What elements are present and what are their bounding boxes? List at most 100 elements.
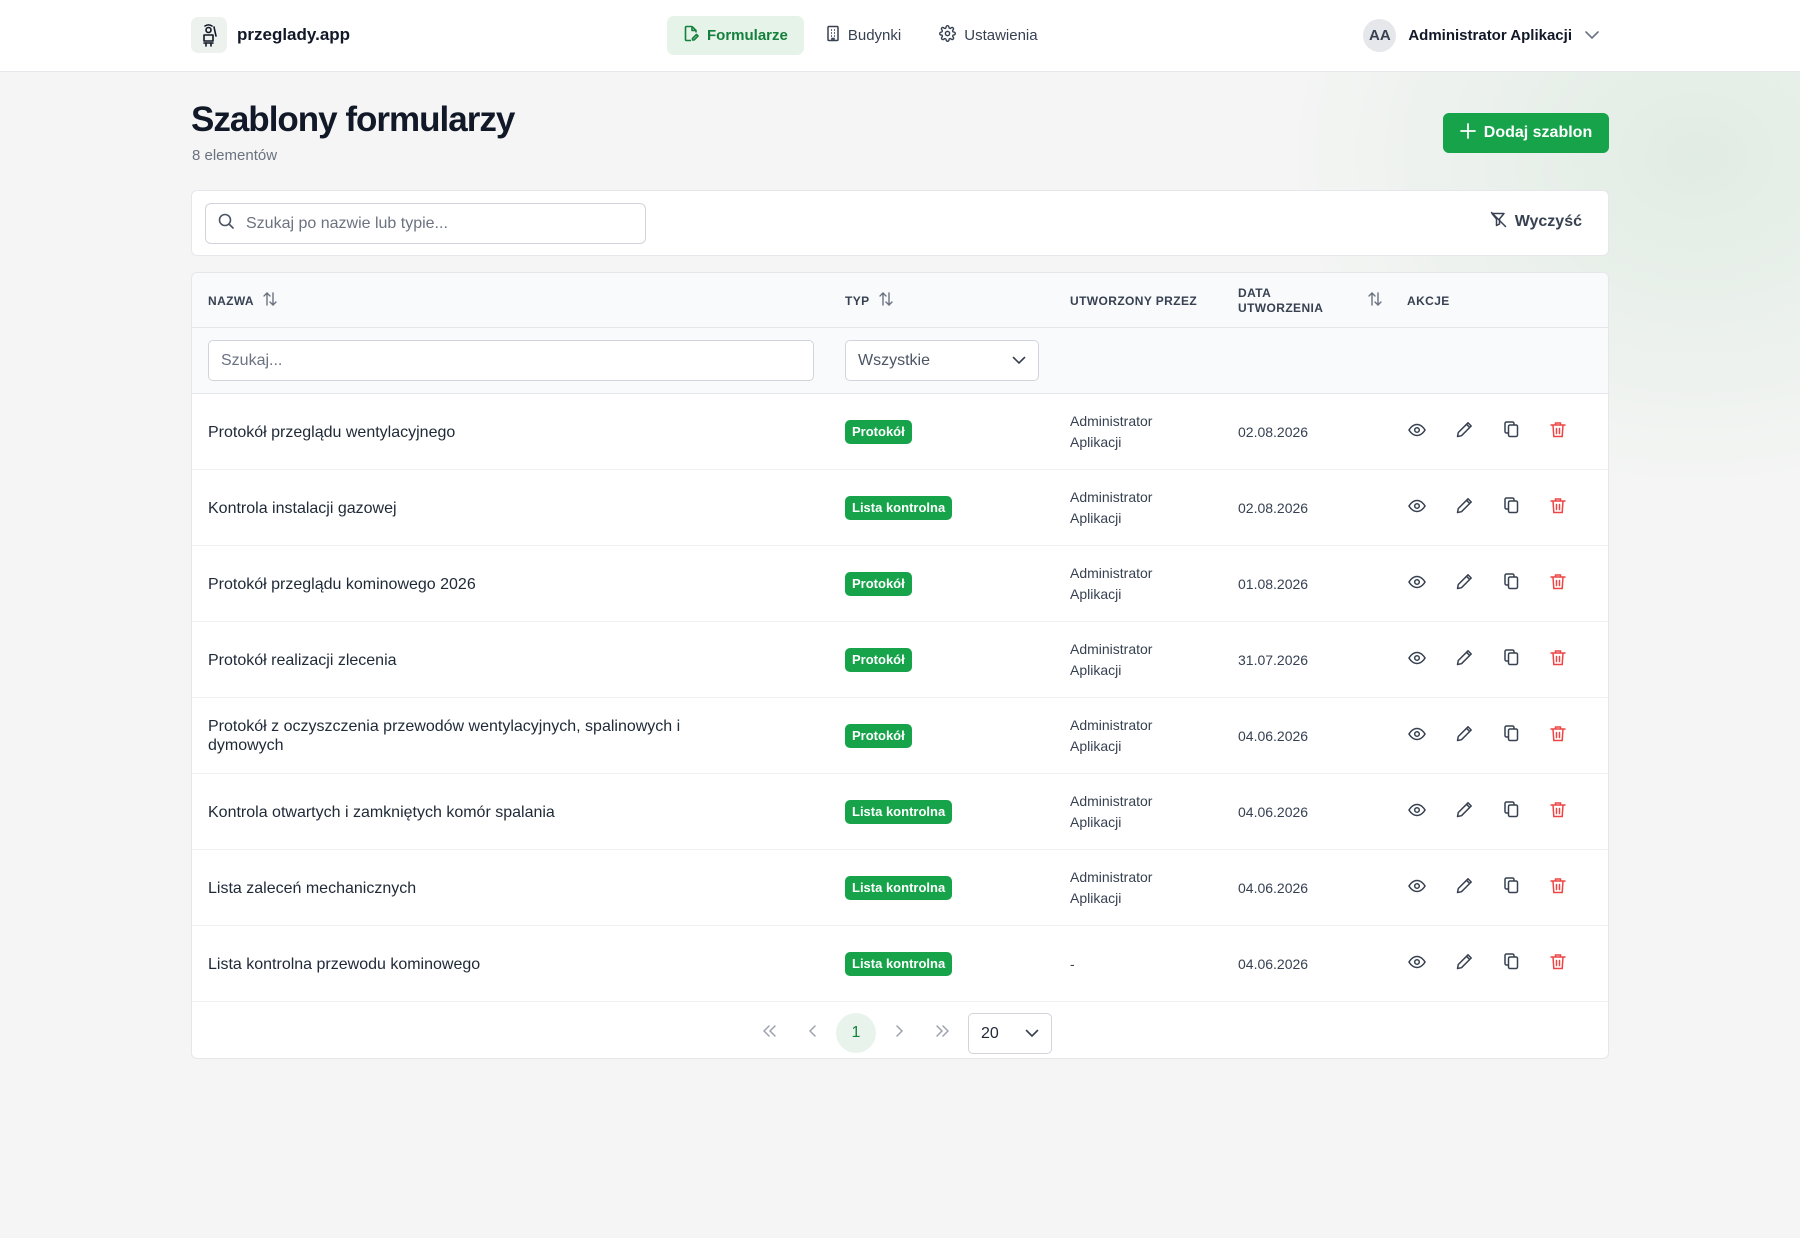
column-header-label: UTWORZONY PRZEZ <box>1070 293 1198 308</box>
created-by-line2: Aplikacji <box>1070 662 1122 678</box>
delete-button[interactable] <box>1546 876 1570 900</box>
edit-button[interactable] <box>1452 952 1476 976</box>
created-by-line2: Aplikacji <box>1070 890 1122 906</box>
column-header-name[interactable]: NAZWA <box>208 273 278 328</box>
table-row[interactable]: Kontrola otwartych i zamkniętych komór s… <box>192 774 1608 850</box>
page-size-value: 20 <box>981 1024 999 1042</box>
type-badge: Protokół <box>845 648 912 672</box>
view-button[interactable] <box>1405 724 1429 748</box>
table-row[interactable]: Lista zaleceń mechanicznych Lista kontro… <box>192 850 1608 926</box>
created-by-line2: Aplikacji <box>1070 434 1122 450</box>
duplicate-button[interactable] <box>1499 724 1523 748</box>
edit-button[interactable] <box>1452 420 1476 444</box>
add-template-button[interactable]: Dodaj szablon <box>1443 113 1609 153</box>
delete-button[interactable] <box>1546 420 1570 444</box>
nav-item-ustawienia[interactable]: Ustawienia <box>923 16 1053 55</box>
type-cell: Protokół <box>845 394 912 470</box>
created-date: 01.08.2026 <box>1238 576 1309 592</box>
page-title: Szablony formularzy <box>191 100 515 139</box>
copy-icon <box>1503 953 1519 975</box>
duplicate-button[interactable] <box>1499 800 1523 824</box>
view-button[interactable] <box>1405 952 1429 976</box>
page-size-select[interactable]: 20 <box>968 1013 1052 1054</box>
last-page-button[interactable] <box>922 1013 962 1053</box>
delete-button[interactable] <box>1546 572 1570 596</box>
filter-clear-icon <box>1490 211 1507 233</box>
eye-icon <box>1408 423 1426 442</box>
table-row[interactable]: Protokół z oczyszczenia przewodów wentyl… <box>192 698 1608 774</box>
row-actions <box>1405 394 1570 470</box>
duplicate-button[interactable] <box>1499 420 1523 444</box>
copy-icon <box>1503 497 1519 519</box>
duplicate-button[interactable] <box>1499 952 1523 976</box>
created-date: 04.06.2026 <box>1238 956 1309 972</box>
copy-icon <box>1503 725 1519 747</box>
edit-button[interactable] <box>1452 648 1476 672</box>
template-name: Kontrola otwartych i zamkniętych komór s… <box>208 803 555 821</box>
table-row[interactable]: Lista kontrolna przewodu kominowego List… <box>192 926 1608 1002</box>
view-button[interactable] <box>1405 572 1429 596</box>
view-button[interactable] <box>1405 648 1429 672</box>
clear-filters-button[interactable]: Wyczyść <box>1490 211 1582 233</box>
duplicate-button[interactable] <box>1499 876 1523 900</box>
view-button[interactable] <box>1405 876 1429 900</box>
table-row[interactable]: Protokół przeglądu kominowego 2026 Proto… <box>192 546 1608 622</box>
created-by: Administrator Aplikacji <box>1070 698 1210 774</box>
view-button[interactable] <box>1405 800 1429 824</box>
table-row[interactable]: Protokół realizacji zlecenia Protokół Ad… <box>192 622 1608 698</box>
first-page-button[interactable] <box>750 1013 790 1053</box>
duplicate-button[interactable] <box>1499 496 1523 520</box>
name-filter <box>208 340 814 381</box>
nav-item-formularze[interactable]: Formularze <box>667 16 804 55</box>
view-button[interactable] <box>1405 420 1429 444</box>
chevrons-left-icon <box>762 1024 777 1042</box>
app-name: przeglady.app <box>237 25 351 44</box>
delete-button[interactable] <box>1546 952 1570 976</box>
app-logo[interactable]: przeglady.app <box>191 17 350 53</box>
avatar: AA <box>1363 19 1397 52</box>
add-template-label: Dodaj szablon <box>1483 124 1593 141</box>
edit-button[interactable] <box>1452 572 1476 596</box>
duplicate-button[interactable] <box>1499 572 1523 596</box>
created-date: 02.08.2026 <box>1238 424 1309 440</box>
chevron-right-icon <box>895 1024 904 1042</box>
type-cell: Protokół <box>845 546 912 622</box>
table-row[interactable]: Protokół przeglądu wentylacyjnego Protok… <box>192 394 1608 470</box>
edit-button[interactable] <box>1452 876 1476 900</box>
delete-button[interactable] <box>1546 648 1570 672</box>
created-by-line2: Aplikacji <box>1070 510 1122 526</box>
prev-page-button[interactable] <box>793 1013 833 1053</box>
trash-icon <box>1550 953 1566 975</box>
name-filter-input[interactable] <box>221 351 581 370</box>
file-edit-icon <box>683 25 699 46</box>
eye-icon <box>1408 499 1426 518</box>
column-header-type[interactable]: TYP <box>845 273 894 328</box>
edit-button[interactable] <box>1452 800 1476 824</box>
next-page-button[interactable] <box>879 1013 919 1053</box>
nav-item-budynki[interactable]: Budynki <box>810 16 917 55</box>
type-cell: Lista kontrolna <box>845 926 953 1002</box>
duplicate-button[interactable] <box>1499 648 1523 672</box>
item-count: 8 elementów <box>192 147 278 164</box>
pagination: 1 20 <box>192 1001 1608 1058</box>
created-by: - <box>1070 926 1210 1002</box>
user-menu[interactable]: AA Administrator Aplikacji <box>1363 19 1600 52</box>
trash-icon <box>1550 573 1566 595</box>
type-filter-select[interactable]: Wszystkie <box>845 340 1039 381</box>
delete-button[interactable] <box>1546 496 1570 520</box>
delete-button[interactable] <box>1546 724 1570 748</box>
table-row[interactable]: Kontrola instalacji gazowej Lista kontro… <box>192 470 1608 546</box>
delete-button[interactable] <box>1546 800 1570 824</box>
template-name: Kontrola instalacji gazowej <box>208 499 397 517</box>
column-header-label: NAZWA <box>208 293 254 308</box>
edit-button[interactable] <box>1452 724 1476 748</box>
column-header-created-date[interactable]: DATA UTWORZENIA <box>1238 273 1383 328</box>
column-filter-row: Wszystkie <box>192 328 1608 394</box>
sort-icon <box>1367 291 1383 310</box>
view-button[interactable] <box>1405 496 1429 520</box>
type-cell: Lista kontrolna <box>845 774 953 850</box>
created-by: Administrator Aplikacji <box>1070 774 1210 850</box>
page-button-current[interactable]: 1 <box>836 1013 876 1053</box>
edit-button[interactable] <box>1452 496 1476 520</box>
search-input[interactable] <box>246 214 606 233</box>
